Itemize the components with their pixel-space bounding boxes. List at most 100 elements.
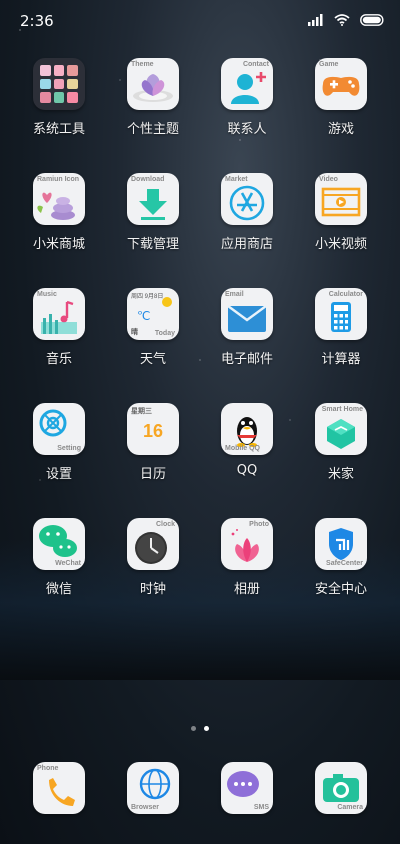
app-label: 日历 — [139, 467, 166, 482]
app-label: 天气 — [139, 352, 166, 367]
dock-app-browser[interactable]: Browser — [106, 762, 200, 814]
app-label: 小米视频 — [314, 237, 367, 252]
app-clock[interactable]: Clock 时钟 — [106, 518, 200, 597]
dock-app-camera[interactable]: Camera — [294, 762, 388, 814]
app-label: 相册 — [233, 582, 260, 597]
status-time: 2:36 — [20, 12, 54, 30]
weather-icon: 周四 9月8日 ℃ 晴 Today — [127, 288, 179, 340]
page-dot-1[interactable] — [191, 726, 196, 731]
app-tag: Game — [319, 61, 339, 68]
app-calculator[interactable]: Calculator 计算器 — [294, 288, 388, 367]
app-tag: Phone — [37, 765, 59, 772]
contacts-person-icon: Contact — [221, 58, 273, 110]
app-tag: Photo — [249, 521, 269, 528]
wechat-bubbles-icon: WeChat — [33, 518, 85, 570]
calendar-icon: 星期三 16 — [127, 403, 179, 455]
app-mi-home[interactable]: Smart Home 米家 — [294, 403, 388, 482]
app-music[interactable]: Music 音乐 — [12, 288, 106, 367]
app-tag: Ramiun Icon — [37, 176, 80, 183]
status-icons — [308, 14, 386, 26]
app-tag: Browser — [131, 804, 160, 811]
app-qq[interactable]: Mobile QQ QQ — [200, 403, 294, 482]
clock-icon: Clock — [127, 518, 179, 570]
app-label: 小米商城 — [32, 237, 85, 252]
app-email[interactable]: Email 电子邮件 — [200, 288, 294, 367]
app-label: 米家 — [327, 467, 354, 482]
dock-app-phone[interactable]: Phone — [12, 762, 106, 814]
settings-icon: Setting — [33, 403, 85, 455]
app-calendar[interactable]: 星期三 16 日历 — [106, 403, 200, 482]
app-label: QQ — [236, 463, 258, 478]
app-tag: Theme — [131, 61, 154, 68]
app-store-icon: Market — [221, 173, 273, 225]
app-label: 下载管理 — [126, 237, 179, 252]
app-tag: Smart Home — [321, 406, 363, 413]
app-games[interactable]: Game 游戏 — [294, 58, 388, 137]
app-label: 系统工具 — [32, 122, 85, 137]
app-tag: Calculator — [328, 291, 363, 298]
app-label: 计算器 — [321, 352, 361, 367]
app-label: 音乐 — [45, 352, 72, 367]
app-mi-store[interactable]: Ramiun Icon 小米商城 — [12, 173, 106, 252]
app-label: 应用商店 — [220, 237, 273, 252]
app-tag: SMS — [253, 804, 269, 811]
music-note-icon: Music — [33, 288, 85, 340]
calendar-day-number: 16 — [143, 421, 164, 441]
video-film-icon: Video — [315, 173, 367, 225]
system-tools-folder-icon — [33, 58, 85, 110]
app-weather[interactable]: 周四 9月8日 ℃ 晴 Today 天气 — [106, 288, 200, 367]
app-label: 时钟 — [139, 582, 166, 597]
app-gallery[interactable]: Photo 相册 — [200, 518, 294, 597]
app-label: 游戏 — [327, 122, 354, 137]
status-bar: 2:36 — [0, 0, 400, 40]
app-tag: SafeCenter — [326, 560, 363, 567]
signal-icon — [308, 14, 323, 26]
app-tag: Email — [225, 291, 244, 298]
dock: Phone Browser SMS Camera — [0, 762, 400, 814]
app-tag: Download — [131, 176, 165, 183]
page-indicator[interactable] — [0, 726, 400, 731]
calculator-icon: Calculator — [315, 288, 367, 340]
theme-flower-icon: Theme — [127, 58, 179, 110]
app-mi-video[interactable]: Video 小米视频 — [294, 173, 388, 252]
app-downloads[interactable]: Download 下载管理 — [106, 173, 200, 252]
app-label: 安全中心 — [314, 582, 367, 597]
download-arrow-icon: Download — [127, 173, 179, 225]
shield-icon: SafeCenter — [315, 518, 367, 570]
wifi-icon — [334, 14, 350, 26]
gamepad-icon: Game — [315, 58, 367, 110]
dock-app-sms[interactable]: SMS — [200, 762, 294, 814]
app-tag: Music — [37, 291, 57, 298]
app-grid: 系统工具 Theme 个性主题 Contact 联系人 Game 游戏 Rami… — [0, 58, 400, 597]
app-label: 联系人 — [227, 122, 267, 137]
app-tag: Mobile QQ — [225, 445, 260, 452]
battery-icon — [360, 14, 384, 26]
app-security-center[interactable]: SafeCenter 安全中心 — [294, 518, 388, 597]
qq-penguin-icon: Mobile QQ — [221, 403, 273, 455]
app-label: 微信 — [45, 582, 72, 597]
app-settings[interactable]: Setting 设置 — [12, 403, 106, 482]
app-theme[interactable]: Theme 个性主题 — [106, 58, 200, 137]
app-label: 个性主题 — [126, 122, 179, 137]
mi-home-cube-icon: Smart Home — [315, 403, 367, 455]
app-label: 设置 — [45, 467, 72, 482]
browser-globe-icon: Browser — [127, 762, 179, 814]
app-system-tools[interactable]: 系统工具 — [12, 58, 106, 137]
svg-text:℃: ℃ — [137, 309, 150, 323]
calendar-weekday: 星期三 — [131, 408, 152, 415]
phone-icon: Phone — [33, 762, 85, 814]
app-tag: WeChat — [55, 560, 81, 567]
sms-bubble-icon: SMS — [221, 762, 273, 814]
app-tag: Market — [225, 176, 248, 183]
email-envelope-icon: Email — [221, 288, 273, 340]
app-contacts[interactable]: Contact 联系人 — [200, 58, 294, 137]
app-tag: Clock — [155, 521, 175, 528]
app-tag: Contact — [242, 61, 269, 68]
page-dot-2[interactable] — [204, 726, 209, 731]
app-wechat[interactable]: WeChat 微信 — [12, 518, 106, 597]
app-market[interactable]: Market 应用商店 — [200, 173, 294, 252]
app-tag: Video — [319, 176, 338, 183]
app-tag: Camera — [337, 804, 363, 811]
mi-store-icon: Ramiun Icon — [33, 173, 85, 225]
app-label: 电子邮件 — [220, 352, 273, 367]
